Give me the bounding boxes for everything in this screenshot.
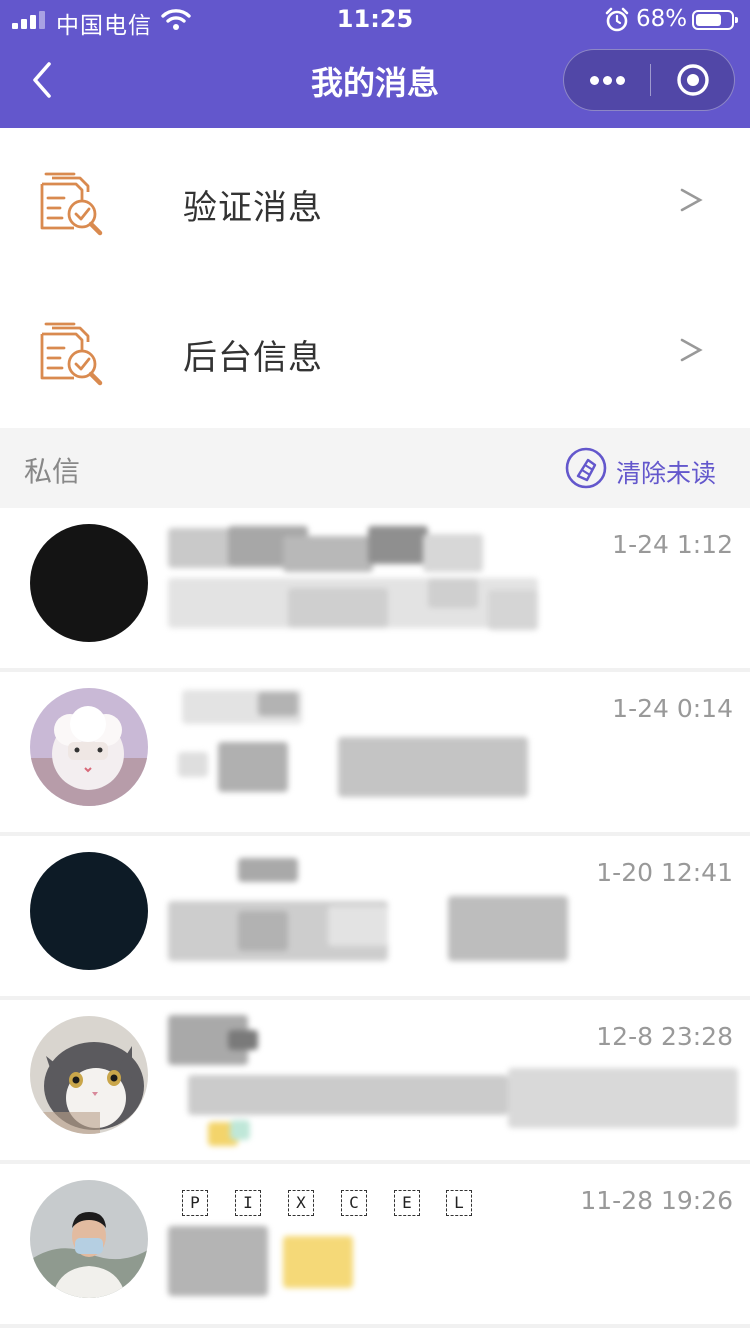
name-letter: E — [394, 1190, 420, 1216]
message-item[interactable]: 1-20 12:41 — [0, 836, 750, 1000]
name-letter: L — [446, 1190, 472, 1216]
message-item[interactable]: 1-24 1:12 — [0, 508, 750, 672]
message-time: 12-8 23:28 — [596, 1022, 733, 1051]
alarm-icon — [605, 7, 629, 32]
section-title: 私信 — [24, 455, 81, 488]
menu-item-verification[interactable]: 验证消息 > — [0, 130, 750, 280]
redacted-content — [168, 518, 548, 638]
name-letter: P — [182, 1190, 208, 1216]
black-avatar — [30, 524, 148, 642]
redacted-content — [168, 1216, 548, 1306]
message-time: 11-28 19:26 — [580, 1186, 733, 1215]
cat-picture — [30, 1016, 148, 1134]
menu-item-backend[interactable]: 后台信息 > — [0, 280, 750, 430]
message-item[interactable]: 12-8 23:28 — [0, 1000, 750, 1164]
document-check-icon — [40, 322, 103, 386]
message-item[interactable]: 1-24 0:14 — [0, 672, 750, 836]
broom-icon — [565, 447, 607, 489]
clear-unread-label: 清除未读 — [616, 459, 717, 488]
name-letter: C — [341, 1190, 367, 1216]
chevron-right-icon: > — [680, 338, 703, 362]
name-letter: I — [235, 1190, 261, 1216]
cat-avatar — [30, 1016, 148, 1134]
message-time: 1-20 12:41 — [596, 858, 733, 887]
status-bar: 中国电信 11:25 68% — [0, 0, 750, 40]
menu-item-label: 验证消息 — [183, 188, 323, 228]
name-letter: X — [288, 1190, 314, 1216]
person-picture — [30, 1180, 148, 1298]
close-target-icon[interactable] — [651, 50, 735, 110]
redacted-content — [168, 682, 548, 802]
menu-item-label: 后台信息 — [183, 338, 323, 378]
sheep-picture — [30, 688, 148, 806]
more-options-button[interactable] — [564, 50, 650, 110]
chevron-right-icon: > — [680, 188, 703, 212]
mini-program-capsule — [563, 49, 735, 111]
clear-unread-button[interactable]: 清除未读 — [564, 446, 734, 490]
message-time: 1-24 1:12 — [612, 530, 733, 559]
plush-sheep-avatar — [30, 688, 148, 806]
private-messages-header: 私信 清除未读 — [0, 428, 750, 508]
document-check-icon — [40, 172, 103, 236]
message-item[interactable]: P I X C E L 11-28 19:26 — [0, 1164, 750, 1328]
header-bar: 中国电信 11:25 68% 我的消息 — [0, 0, 750, 128]
redacted-content — [168, 846, 568, 966]
battery-icon — [692, 10, 738, 30]
battery-percentage: 68% — [636, 6, 688, 32]
person-avatar — [30, 1180, 148, 1298]
dark-navy-avatar — [30, 852, 148, 970]
message-time: 1-24 0:14 — [612, 694, 733, 723]
